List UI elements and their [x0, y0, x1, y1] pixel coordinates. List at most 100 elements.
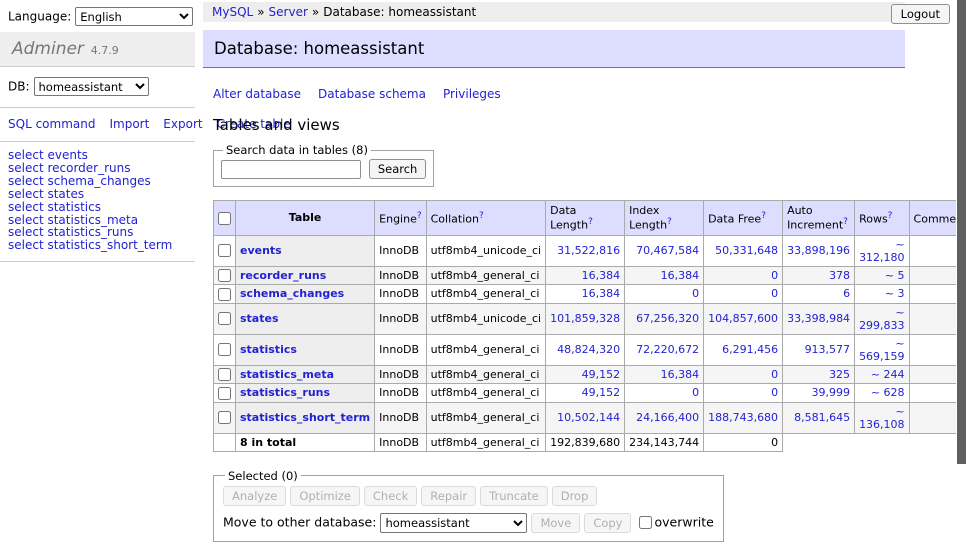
repair-button[interactable]: Repair — [421, 486, 476, 506]
table-name-link[interactable]: statistics_short_term — [240, 411, 370, 424]
search-button[interactable]: Search — [369, 159, 427, 179]
data-length-cell-link[interactable]: 16,384 — [582, 269, 621, 282]
data-length-cell-link[interactable]: 49,152 — [582, 368, 621, 381]
index-length-cell-link[interactable]: 0 — [692, 287, 699, 300]
row-checkbox[interactable] — [218, 411, 231, 424]
data-length-cell-link[interactable]: 48,824,320 — [557, 343, 620, 356]
copy-button[interactable]: Copy — [584, 513, 631, 533]
table-name-link[interactable]: schema_changes — [240, 287, 344, 300]
move-button[interactable]: Move — [531, 513, 580, 533]
select-all-checkbox[interactable] — [218, 212, 231, 225]
rows-cell-link[interactable]: ~ 312,180 — [859, 238, 905, 264]
auto-increment-cell-link[interactable]: 913,577 — [805, 343, 851, 356]
data-free-cell-link[interactable]: 0 — [771, 287, 778, 300]
index-length-cell-link[interactable]: 67,256,320 — [636, 312, 699, 325]
logout-button[interactable]: Logout — [891, 4, 950, 24]
auto-increment-cell-link[interactable]: 33,398,984 — [787, 312, 850, 325]
column-help-link[interactable]: ? — [843, 217, 848, 227]
sidebar-select-link[interactable]: select states — [8, 188, 187, 201]
row-checkbox[interactable] — [218, 244, 231, 257]
data-length-cell-link[interactable]: 10,502,144 — [557, 411, 620, 424]
rows-cell-link[interactable]: ~ 569,159 — [859, 337, 905, 363]
app-version: 4.7.9 — [91, 44, 119, 57]
data-length-cell-link[interactable]: 16,384 — [582, 287, 621, 300]
column-help-link[interactable]: ? — [667, 217, 672, 227]
auto-increment-cell-link[interactable]: 325 — [829, 368, 850, 381]
move-database-select[interactable]: homeassistant — [380, 513, 527, 533]
data-free-cell-link[interactable]: 0 — [771, 368, 778, 381]
data-length-cell-link[interactable]: 31,522,816 — [557, 244, 620, 257]
row-checkbox[interactable] — [218, 288, 231, 301]
data-free-cell-link[interactable]: 6,291,456 — [722, 343, 778, 356]
auto-increment-cell-link[interactable]: 6 — [843, 287, 850, 300]
index-length-cell-link[interactable]: 70,467,584 — [636, 244, 699, 257]
column-help-link[interactable]: ? — [888, 211, 893, 221]
table-name-link[interactable]: statistics — [240, 343, 297, 356]
sidebar-select-link[interactable]: select recorder_runs — [8, 162, 187, 175]
index-length-cell-link[interactable]: 16,384 — [661, 368, 700, 381]
row-checkbox[interactable] — [218, 387, 231, 400]
auto-increment-cell-link[interactable]: 8,581,645 — [794, 411, 850, 424]
column-help-link[interactable]: ? — [479, 211, 484, 221]
index-length-cell-link[interactable]: 16,384 — [661, 269, 700, 282]
data-free-cell-link[interactable]: 104,857,600 — [708, 312, 778, 325]
data-free-cell-link[interactable]: 0 — [771, 386, 778, 399]
auto-increment-cell-link[interactable]: 39,999 — [812, 386, 851, 399]
data-length-cell-link[interactable]: 101,859,328 — [550, 312, 620, 325]
table-name-link[interactable]: events — [240, 244, 282, 257]
column-help-link[interactable]: ? — [417, 211, 422, 221]
table-header-row: TableEngine?Collation?Data Length?Index … — [214, 201, 966, 236]
data-free-cell-link[interactable]: 188,743,680 — [708, 411, 778, 424]
table-name-link[interactable]: statistics_runs — [240, 386, 330, 399]
rows-cell-link[interactable]: ~ 3 — [885, 287, 905, 300]
row-checkbox[interactable] — [218, 343, 231, 356]
sidebar-select-link[interactable]: select events — [8, 149, 187, 162]
database-schema-link[interactable]: Database schema — [318, 87, 426, 101]
search-input[interactable] — [221, 160, 361, 179]
table-name-link[interactable]: states — [240, 312, 279, 325]
table-name-link[interactable]: statistics_meta — [240, 368, 334, 381]
optimize-button[interactable]: Optimize — [290, 486, 360, 506]
sidebar-select-link[interactable]: select schema_changes — [8, 175, 187, 188]
column-help-link[interactable]: ? — [761, 211, 766, 221]
breadcrumb-link-mysql[interactable]: MySQL — [212, 5, 253, 19]
row-checkbox[interactable] — [218, 368, 231, 381]
table-name-link[interactable]: recorder_runs — [240, 269, 326, 282]
sidebar-link-import[interactable]: Import — [109, 117, 149, 131]
index-length-cell-link[interactable]: 0 — [692, 386, 699, 399]
sidebar-select-link[interactable]: select statistics — [8, 201, 187, 214]
rows-cell-link[interactable]: ~ 299,833 — [859, 306, 905, 332]
alter-database-link[interactable]: Alter database — [213, 87, 301, 101]
data-free-cell: 0 — [704, 285, 783, 304]
data-free-cell-link[interactable]: 0 — [771, 269, 778, 282]
sidebar-select-link[interactable]: select statistics_short_term — [8, 239, 187, 252]
rows-cell-link[interactable]: ~ 628 — [871, 386, 905, 399]
truncate-button[interactable]: Truncate — [480, 486, 548, 506]
scrollbar-thumb[interactable] — [957, 0, 966, 464]
privileges-link[interactable]: Privileges — [443, 87, 501, 101]
overwrite-checkbox[interactable] — [639, 516, 652, 529]
sidebar-link-sql-command[interactable]: SQL command — [8, 117, 95, 131]
auto-increment-cell-link[interactable]: 33,898,196 — [787, 244, 850, 257]
language-select[interactable]: English — [75, 7, 193, 26]
rows-cell-link[interactable]: ~ 244 — [871, 368, 905, 381]
sidebar-link-export[interactable]: Export — [163, 117, 202, 131]
data-free-cell-link[interactable]: 50,331,648 — [715, 244, 778, 257]
analyze-button[interactable]: Analyze — [223, 486, 286, 506]
vertical-scrollbar[interactable] — [956, 0, 966, 543]
rows-cell-link[interactable]: ~ 136,108 — [859, 405, 905, 431]
auto-increment-cell-link[interactable]: 378 — [829, 269, 850, 282]
check-button[interactable]: Check — [364, 486, 417, 506]
db-select[interactable]: homeassistant — [34, 77, 149, 96]
data-length-cell-link[interactable]: 49,152 — [582, 386, 621, 399]
index-length-cell-link[interactable]: 72,220,672 — [636, 343, 699, 356]
row-checkbox[interactable] — [218, 269, 231, 282]
column-help-link[interactable]: ? — [588, 217, 593, 227]
selected-fieldset: Selected (0) AnalyzeOptimizeCheckRepairT… — [213, 469, 724, 542]
rows-cell-link[interactable]: ~ 5 — [885, 269, 905, 282]
breadcrumb-link-server[interactable]: Server — [269, 5, 308, 19]
drop-button[interactable]: Drop — [552, 486, 598, 506]
index-length-cell-link[interactable]: 24,166,400 — [636, 411, 699, 424]
collation-cell: utf8mb4_general_ci — [426, 285, 545, 304]
row-checkbox[interactable] — [218, 312, 231, 325]
